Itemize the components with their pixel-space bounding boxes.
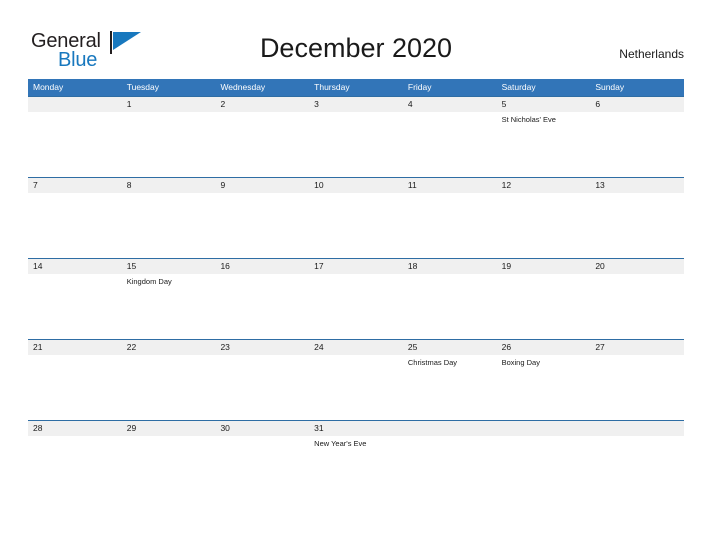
day-number[interactable]: 20 <box>590 259 684 274</box>
day-event <box>28 436 122 500</box>
day-number[interactable]: 22 <box>122 340 216 355</box>
day-number[interactable]: 13 <box>590 178 684 193</box>
day-event <box>309 112 403 176</box>
day-event <box>590 193 684 257</box>
week-day-events: Kingdom Day <box>28 274 684 338</box>
day-number[interactable]: 9 <box>215 178 309 193</box>
day-number[interactable]: 3 <box>309 97 403 112</box>
day-number[interactable] <box>28 97 122 112</box>
day-event: New Year's Eve <box>314 439 367 448</box>
calendar-week-row: 14 15 16 17 18 19 20 Kingdom Day <box>28 258 684 339</box>
day-event <box>122 112 216 176</box>
day-event: St Nicholas' Eve <box>501 115 556 124</box>
day-number[interactable]: 8 <box>122 178 216 193</box>
day-event <box>215 355 309 419</box>
day-event <box>122 355 216 419</box>
day-event <box>28 274 122 338</box>
day-event <box>309 355 403 419</box>
day-number[interactable]: 29 <box>122 421 216 436</box>
day-event <box>122 436 216 500</box>
page-title: December 2020 <box>259 33 453 63</box>
day-number[interactable]: 30 <box>215 421 309 436</box>
day-number[interactable]: 1 <box>122 97 216 112</box>
calendar-page: General Blue December 2020 Netherlands M… <box>0 0 712 550</box>
day-event <box>403 112 497 176</box>
week-day-numbers: 14 15 16 17 18 19 20 <box>28 259 684 274</box>
day-number[interactable]: 6 <box>590 97 684 112</box>
day-number[interactable]: 15 <box>122 259 216 274</box>
weekday-header-saturday: Saturday <box>501 82 536 92</box>
day-number[interactable]: 28 <box>28 421 122 436</box>
day-number[interactable]: 27 <box>590 340 684 355</box>
day-number[interactable]: 31 <box>309 421 403 436</box>
day-number[interactable]: 5 <box>497 97 591 112</box>
day-number[interactable]: 21 <box>28 340 122 355</box>
day-number[interactable] <box>590 421 684 436</box>
day-event <box>309 193 403 257</box>
day-event <box>403 193 497 257</box>
day-event <box>497 274 591 338</box>
week-day-events: St Nicholas' Eve <box>28 112 684 176</box>
day-event <box>590 355 684 419</box>
weekday-header-tuesday: Tuesday <box>126 82 160 92</box>
day-number[interactable]: 12 <box>497 178 591 193</box>
week-day-numbers: 28 29 30 31 <box>28 421 684 436</box>
day-event <box>215 112 309 176</box>
day-event <box>28 112 122 176</box>
day-event <box>497 193 591 257</box>
day-event <box>590 436 684 500</box>
day-number[interactable]: 25 <box>403 340 497 355</box>
page-header: General Blue December 2020 Netherlands <box>0 0 712 79</box>
day-number[interactable]: 18 <box>403 259 497 274</box>
weekday-header-row: Monday Tuesday Wednesday Thursday Friday… <box>28 79 684 96</box>
day-number[interactable]: 14 <box>28 259 122 274</box>
week-day-numbers: 7 8 9 10 11 12 13 <box>28 178 684 193</box>
day-number[interactable]: 24 <box>309 340 403 355</box>
day-event <box>215 274 309 338</box>
day-number[interactable]: 11 <box>403 178 497 193</box>
calendar-grid: Monday Tuesday Wednesday Thursday Friday… <box>28 79 684 501</box>
day-number[interactable] <box>497 421 591 436</box>
day-event <box>590 112 684 176</box>
day-number[interactable]: 10 <box>309 178 403 193</box>
calendar-week-row: 21 22 23 24 25 26 27 Christmas Day Boxin… <box>28 339 684 420</box>
day-number[interactable]: 7 <box>28 178 122 193</box>
calendar-week-row: 28 29 30 31 New Year's Eve <box>28 420 684 501</box>
calendar-week-row: 7 8 9 10 11 12 13 <box>28 177 684 258</box>
day-event <box>122 193 216 257</box>
day-event <box>403 436 497 500</box>
day-event <box>309 274 403 338</box>
day-event: Kingdom Day <box>126 277 172 286</box>
weekday-header-friday: Friday <box>407 82 432 92</box>
day-number[interactable]: 4 <box>403 97 497 112</box>
day-number[interactable]: 26 <box>497 340 591 355</box>
weekday-header-wednesday: Wednesday <box>220 82 266 92</box>
day-event <box>28 355 122 419</box>
day-number[interactable]: 19 <box>497 259 591 274</box>
day-event: Boxing Day <box>501 358 540 367</box>
week-day-events: New Year's Eve <box>28 436 684 500</box>
day-event <box>28 193 122 257</box>
country-label: Netherlands <box>619 47 684 61</box>
day-number[interactable]: 17 <box>309 259 403 274</box>
weekday-header-sunday: Sunday <box>595 82 625 92</box>
day-event <box>497 436 591 500</box>
week-day-numbers: 21 22 23 24 25 26 27 <box>28 340 684 355</box>
week-day-numbers: 1 2 3 4 5 6 <box>28 97 684 112</box>
day-number[interactable]: 16 <box>215 259 309 274</box>
day-event <box>215 436 309 500</box>
day-number[interactable]: 2 <box>215 97 309 112</box>
calendar-week-row: 1 2 3 4 5 6 St Nicholas' Eve <box>28 96 684 177</box>
day-event <box>403 274 497 338</box>
weekday-header-thursday: Thursday <box>314 82 350 92</box>
day-number[interactable]: 23 <box>215 340 309 355</box>
week-day-events <box>28 193 684 257</box>
weekday-header-monday: Monday <box>33 82 64 92</box>
day-event <box>590 274 684 338</box>
week-day-events: Christmas Day Boxing Day <box>28 355 684 419</box>
day-event: Christmas Day <box>407 358 458 367</box>
day-number[interactable] <box>403 421 497 436</box>
day-event <box>215 193 309 257</box>
